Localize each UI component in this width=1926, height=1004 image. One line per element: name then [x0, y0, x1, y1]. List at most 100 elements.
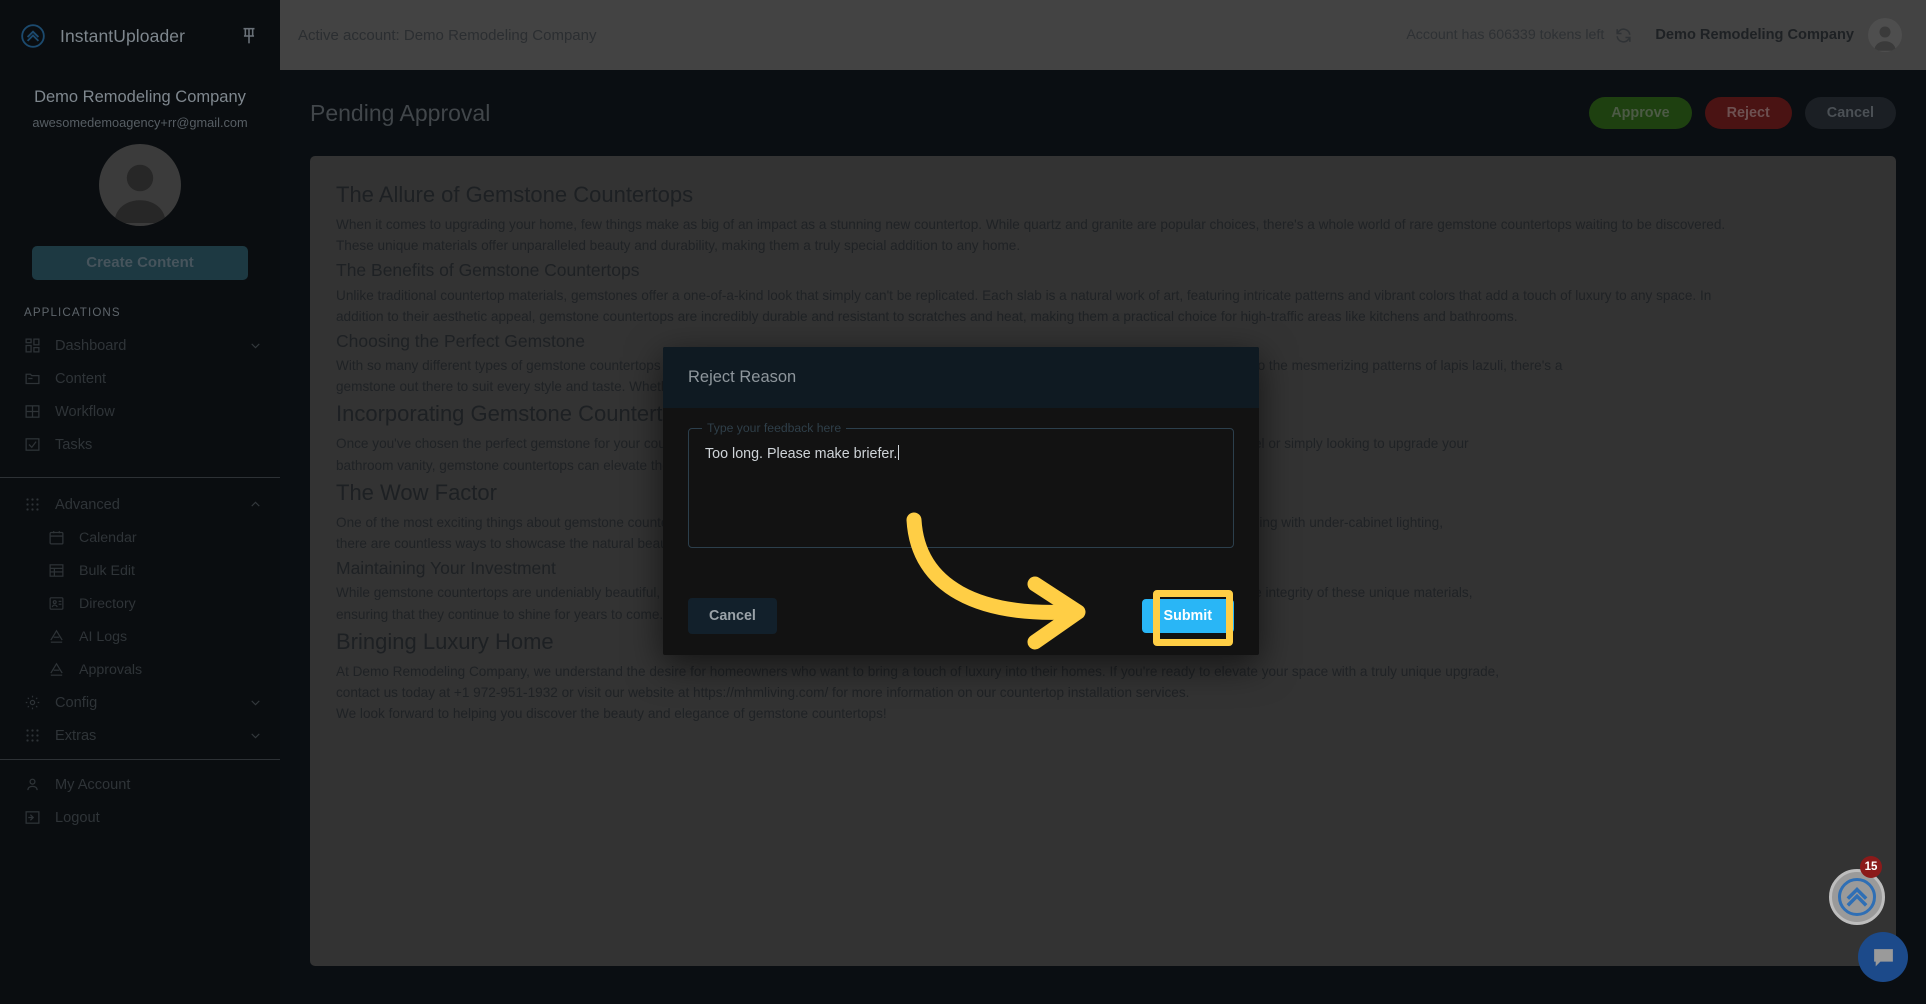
chevron-down-icon — [249, 729, 262, 742]
page-actions: Approve Reject Cancel — [1589, 97, 1896, 129]
feedback-textarea[interactable]: Type your feedback here Too long. Please… — [688, 421, 1234, 548]
app-root: InstantUploader Demo Remodeling Company … — [0, 0, 1926, 1004]
article-paragraph: At Demo Remodeling Company, we understan… — [336, 663, 1499, 679]
apps-dots-icon — [24, 496, 41, 513]
apps-dots-icon — [24, 727, 41, 744]
feedback-field-label: Type your feedback here — [702, 421, 847, 435]
article-heading: The Benefits of Gemstone Countertops — [336, 260, 640, 281]
pin-icon[interactable] — [238, 25, 260, 47]
chevron-down-icon — [249, 339, 262, 352]
reject-reason-modal: Reject Reason Type your feedback here To… — [663, 347, 1259, 655]
token-balance-label: Account has 606339 tokens left — [1406, 27, 1605, 43]
table-grid-icon — [24, 403, 41, 420]
article-paragraph: These unique materials offer unparallele… — [336, 238, 1021, 254]
contact-card-icon — [48, 595, 65, 612]
sidebar-item-dashboard[interactable]: Dashboard — [0, 329, 280, 362]
sidebar-item-approvals[interactable]: Approvals — [0, 653, 280, 686]
article-heading: The Allure of Gemstone Countertops — [336, 182, 694, 207]
feedback-text: Too long. Please make briefer. — [705, 446, 898, 462]
sidebar-item-label: Calendar — [79, 529, 137, 546]
ai-triangle-icon — [48, 661, 65, 678]
avatar[interactable] — [1868, 18, 1902, 52]
sidebar-account: Demo Remodeling Company awesomedemoagenc… — [0, 72, 280, 281]
sidebar-item-label: Logout — [55, 809, 100, 826]
person-icon — [24, 776, 41, 793]
sidebar: InstantUploader Demo Remodeling Company … — [0, 0, 280, 1004]
chat-bubble-icon — [1873, 948, 1893, 966]
top-bar: Active account: Demo Remodeling Company … — [280, 0, 1926, 70]
sidebar-item-bulk-edit[interactable]: Bulk Edit — [0, 554, 280, 587]
brand-name: InstantUploader — [60, 25, 186, 46]
article-paragraph: contact us today at +1 972-951-1932 or v… — [336, 685, 1190, 701]
calendar-icon — [48, 529, 65, 546]
sidebar-account-name: Demo Remodeling Company — [34, 88, 246, 106]
sidebar-item-label: Extras — [55, 727, 97, 744]
folder-icon — [24, 370, 41, 387]
sidebar-item-label: Advanced — [55, 496, 120, 513]
sidebar-item-label: Approvals — [79, 661, 143, 678]
sidebar-item-label: Config — [55, 694, 98, 711]
sidebar-item-label: Directory — [79, 595, 136, 612]
sidebar-divider — [0, 477, 280, 479]
avatar[interactable] — [99, 144, 181, 227]
sidebar-item-my-account[interactable]: My Account — [0, 768, 280, 801]
article-paragraph: addition to their aesthetic appeal, gems… — [336, 308, 1518, 324]
sidebar-section-applications: APPLICATIONS — [24, 306, 121, 320]
approve-button[interactable]: Approve — [1589, 97, 1692, 129]
sidebar-item-label: AI Logs — [79, 628, 128, 645]
page-header: Pending Approval Approve Reject Cancel — [280, 70, 1926, 156]
sidebar-item-label: My Account — [55, 776, 131, 793]
sidebar-item-workflow[interactable]: Workflow — [0, 395, 280, 428]
notification-badge: 15 — [1860, 856, 1882, 878]
modal-title: Reject Reason — [688, 368, 797, 386]
dashboard-grid-icon — [24, 337, 41, 354]
logout-arrow-icon — [24, 809, 41, 826]
refresh-icon[interactable] — [1614, 26, 1633, 45]
modal-header: Reject Reason — [663, 347, 1259, 408]
instantuploader-logo-icon — [20, 23, 46, 49]
chevrons-up-icon — [1838, 878, 1876, 916]
ai-triangle-icon — [48, 628, 65, 645]
gear-icon — [24, 694, 41, 711]
modal-footer: Cancel Submit — [663, 577, 1259, 655]
sidebar-item-content[interactable]: Content — [0, 362, 280, 395]
list-table-icon — [48, 562, 65, 579]
sidebar-item-label: Content — [55, 370, 107, 387]
reject-button[interactable]: Reject — [1704, 97, 1792, 129]
sidebar-item-directory[interactable]: Directory — [0, 587, 280, 620]
sidebar-item-label: Bulk Edit — [79, 562, 135, 579]
sidebar-account-email: awesomedemoagency+rr@gmail.com — [32, 115, 248, 131]
sidebar-item-label: Tasks — [55, 436, 93, 453]
sidebar-item-tasks[interactable]: Tasks — [0, 428, 280, 461]
active-account-label: Active account: Demo Remodeling Company — [298, 26, 597, 44]
modal-cancel-button[interactable]: Cancel — [688, 598, 777, 634]
help-widget-button[interactable] — [1829, 869, 1885, 925]
modal-submit-wrap: Submit — [1141, 599, 1234, 633]
article-paragraph: When it comes to upgrading your home, fe… — [336, 217, 1726, 232]
sidebar-item-logout[interactable]: Logout — [0, 801, 280, 834]
sidebar-footer: My Account Logout — [0, 749, 280, 834]
modal-submit-button[interactable]: Submit — [1141, 599, 1234, 633]
sidebar-item-config[interactable]: Config — [0, 686, 280, 719]
chevron-up-icon — [249, 498, 262, 511]
create-content-button[interactable]: Create Content — [32, 246, 248, 281]
chevron-down-icon — [249, 696, 262, 709]
chat-widget-button[interactable] — [1858, 932, 1908, 982]
sidebar-divider — [0, 759, 280, 760]
modal-body: Type your feedback here Too long. Please… — [663, 408, 1259, 548]
sidebar-item-label: Workflow — [55, 403, 115, 420]
sidebar-item-advanced[interactable]: Advanced — [0, 488, 280, 521]
article-paragraph: Unlike traditional countertop materials,… — [336, 287, 1712, 303]
text-caret — [898, 445, 900, 460]
sidebar-item-label: Dashboard — [55, 337, 127, 354]
page-title: Pending Approval — [310, 99, 491, 126]
cancel-button[interactable]: Cancel — [1804, 97, 1896, 129]
sidebar-item-ai-logs[interactable]: AI Logs — [0, 620, 280, 653]
checkbox-check-icon — [24, 436, 41, 453]
sidebar-item-extras[interactable]: Extras — [0, 719, 280, 752]
sidebar-header: InstantUploader — [0, 0, 280, 72]
article-paragraph: We look forward to helping you discover … — [336, 706, 887, 722]
topbar-account-name[interactable]: Demo Remodeling Company — [1655, 27, 1854, 43]
sidebar-item-calendar[interactable]: Calendar — [0, 521, 280, 554]
top-bar-right: Account has 606339 tokens left Demo Remo… — [1406, 18, 1902, 52]
